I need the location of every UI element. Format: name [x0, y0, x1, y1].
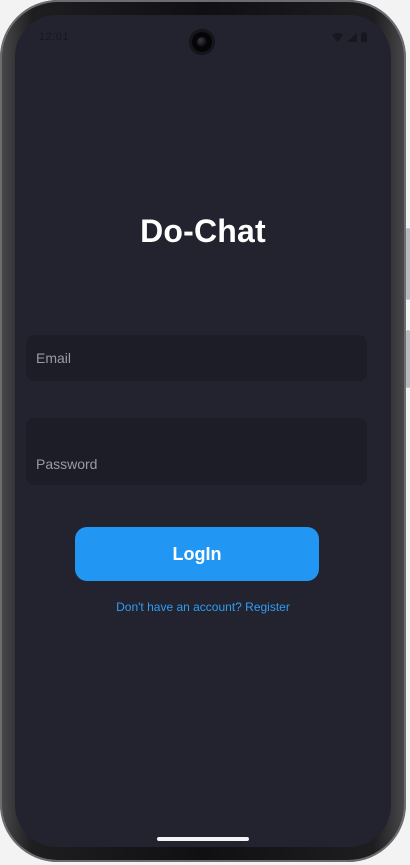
app-title: Do-Chat [140, 213, 266, 249]
status-icons [332, 32, 367, 42]
home-indicator[interactable] [157, 837, 249, 841]
register-link[interactable]: Don't have an account? Register [15, 600, 391, 614]
password-input[interactable] [36, 418, 367, 497]
login-button[interactable]: LogIn [75, 527, 319, 581]
cellular-signal-icon [347, 32, 357, 42]
status-time: 12:01 [39, 31, 70, 43]
status-bar: 12:01 [15, 15, 391, 59]
front-camera [189, 29, 215, 55]
app-screen: 12:01 Do-Chat LogIn Don't have an accoun… [15, 15, 391, 847]
volume-button [406, 228, 410, 300]
email-field[interactable] [26, 335, 367, 381]
email-input[interactable] [36, 335, 367, 381]
password-field[interactable] [26, 418, 367, 497]
wifi-icon [332, 32, 343, 42]
battery-icon [361, 32, 367, 42]
power-button [406, 330, 410, 388]
